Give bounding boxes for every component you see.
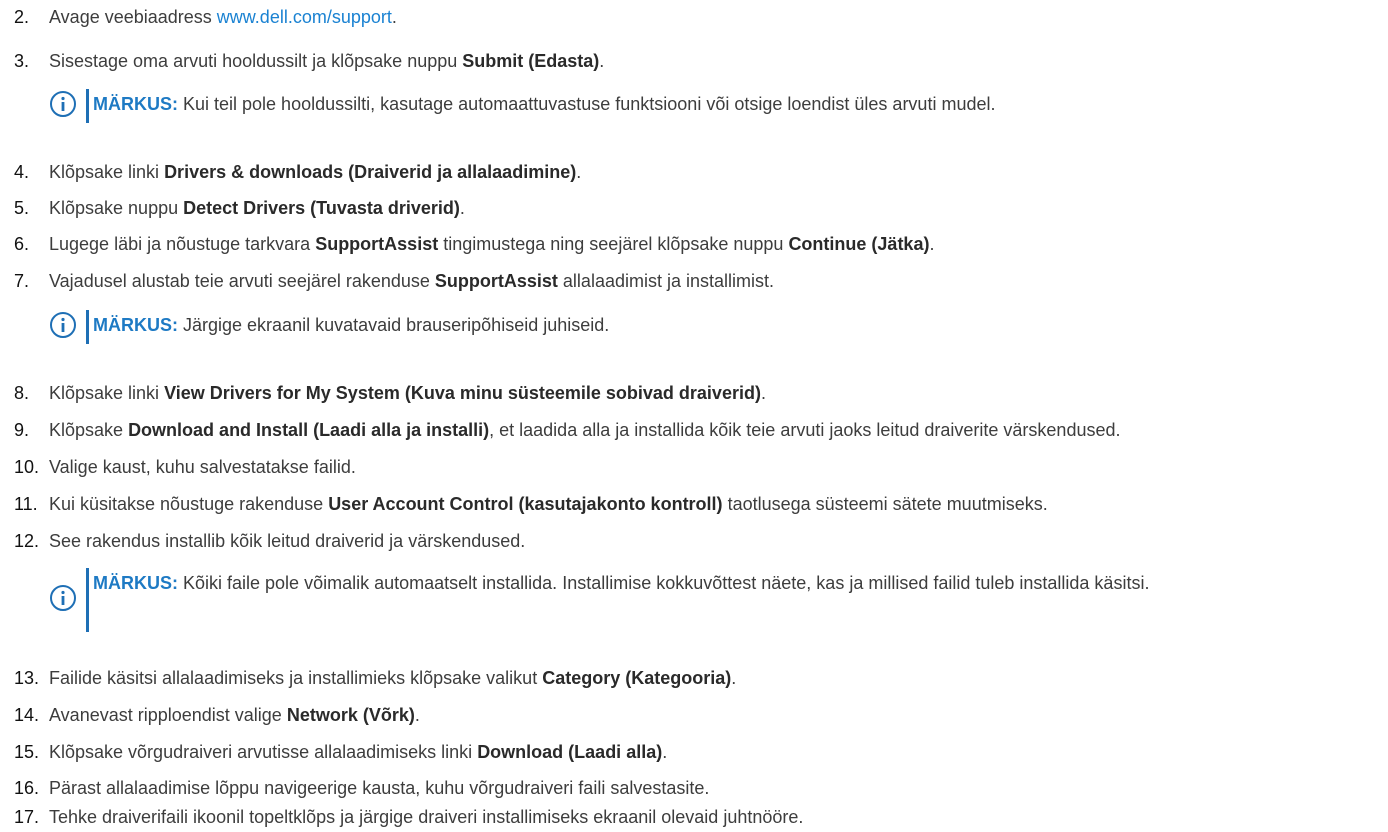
- note-box: MÄRKUS: Kõiki faile pole võimalik automa…: [49, 568, 1369, 632]
- note-box: MÄRKUS: Järgige ekraanil kuvatavaid brau…: [49, 310, 1369, 344]
- step-text: Pärast allalaadimise lõppu navigeerige k…: [49, 778, 710, 798]
- step-text: Valige kaust, kuhu salvestatakse failid.: [49, 457, 356, 477]
- info-circle-icon: [50, 585, 76, 611]
- step-number: 7.: [14, 271, 30, 291]
- note-divider: [86, 89, 89, 123]
- info-circle-icon: [50, 91, 76, 117]
- step-number: 4.: [14, 162, 30, 182]
- document-page: 2. Avage veebiaadress www.dell.com/suppo…: [0, 0, 1388, 832]
- step-number: 12.: [14, 531, 40, 551]
- note-text: MÄRKUS: Kõiki faile pole võimalik automa…: [93, 573, 1150, 593]
- step-number: 9.: [14, 420, 30, 440]
- step-text: Klõpsake võrgudraiveri arvutisse allalaa…: [49, 742, 668, 762]
- note-box: MÄRKUS: Kui teil pole hooldussilti, kasu…: [49, 89, 1369, 123]
- step-text: Kui küsitakse nõustuge rakenduse User Ac…: [49, 494, 1048, 514]
- note-text: MÄRKUS: Järgige ekraanil kuvatavaid brau…: [93, 315, 610, 335]
- step-text: Vajadusel alustab teie arvuti seejärel r…: [49, 271, 774, 291]
- step-text: Avanevast ripploendist valige Network (V…: [49, 705, 420, 725]
- step-text: Klõpsake linki View Drivers for My Syste…: [49, 383, 766, 403]
- step-text: Tehke draiverifaili ikoonil topeltklõps …: [49, 807, 804, 827]
- step-number: 8.: [14, 383, 30, 403]
- step-text: See rakendus installib kõik leitud draiv…: [49, 531, 526, 551]
- step-text: Klõpsake Download and Install (Laadi all…: [49, 420, 1121, 440]
- step-number: 13.: [14, 668, 40, 688]
- dell-support-link[interactable]: www.dell.com/support: [217, 7, 392, 27]
- step-text: Sisestage oma arvuti hooldussilt ja klõp…: [49, 51, 605, 71]
- step-number: 15.: [14, 742, 40, 762]
- step-number: 14.: [14, 705, 40, 725]
- step-text: Lugege läbi ja nõustuge tarkvara Support…: [49, 234, 935, 254]
- step-text: Failide käsitsi allalaadimiseks ja insta…: [49, 668, 737, 688]
- note-text: MÄRKUS: Kui teil pole hooldussilti, kasu…: [93, 94, 996, 114]
- step-number: 11.: [14, 494, 38, 514]
- step-text: Klõpsake nuppu Detect Drivers (Tuvasta d…: [49, 198, 465, 218]
- info-circle-icon: [50, 312, 76, 338]
- step-number: 5.: [14, 198, 30, 218]
- step-text: Klõpsake linki Drivers & downloads (Drai…: [49, 162, 582, 182]
- step-number: 17.: [14, 807, 40, 827]
- step-text: Avage veebiaadress www.dell.com/support.: [49, 7, 397, 27]
- step-number: 2.: [14, 7, 30, 27]
- note-divider: [86, 568, 89, 632]
- step-number: 6.: [14, 234, 30, 254]
- step-number: 10.: [14, 457, 40, 477]
- note-divider: [86, 310, 89, 344]
- step-number: 16.: [14, 778, 40, 798]
- step-number: 3.: [14, 51, 30, 71]
